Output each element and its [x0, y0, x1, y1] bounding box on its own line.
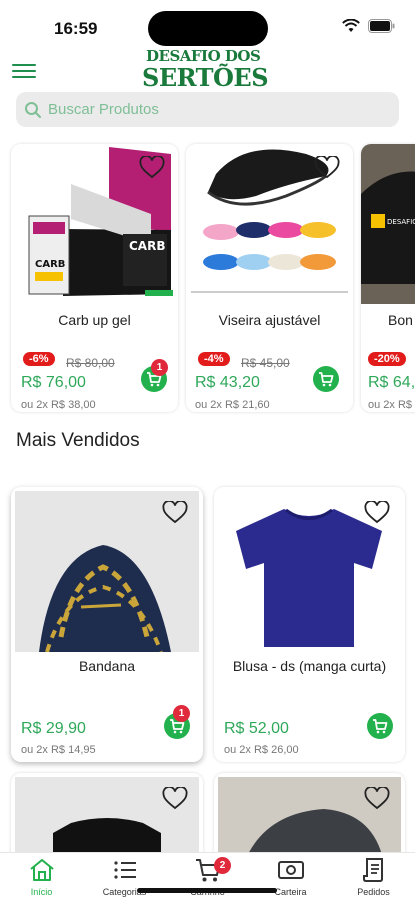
receipt-icon — [363, 858, 383, 882]
product-card[interactable]: CARB CARB Carb up gel -6% R$ 80,00 R$ 76… — [11, 144, 178, 412]
cart-icon — [319, 372, 334, 387]
cart-count-badge: 2 — [214, 857, 231, 874]
home-indicator — [137, 888, 277, 893]
status-time: 16:59 — [54, 19, 98, 38]
favorite-heart-icon[interactable] — [162, 501, 188, 525]
product-card[interactable]: Blusa - ds (manga curta) R$ 52,00 ou 2x … — [214, 487, 405, 762]
nav-label: Pedidos — [357, 887, 390, 897]
wallet-icon — [278, 861, 304, 879]
discount-badge: -20% — [368, 352, 406, 366]
cart-icon — [373, 719, 388, 734]
discount-badge: -6% — [23, 352, 55, 366]
favorite-heart-icon[interactable] — [314, 156, 340, 180]
favorite-heart-icon[interactable] — [364, 501, 390, 525]
svg-text:DESAFIO: DESAFIO — [387, 218, 415, 226]
installment-price: ou 2x R$ 21,60 — [195, 399, 270, 411]
add-to-cart-button[interactable] — [367, 713, 393, 739]
nav-label: Início — [30, 887, 53, 897]
battery-icon — [368, 19, 395, 33]
logo-line2: SERTÕES — [142, 63, 269, 92]
search-input[interactable] — [48, 101, 368, 118]
favorite-heart-icon[interactable] — [364, 787, 390, 811]
section-title-best-sellers: Mais Vendidos — [16, 430, 140, 451]
product-card[interactable]: Bandana R$ 29,90 ou 2x R$ 14,95 1 — [11, 487, 203, 762]
product-name: Viseira ajustável — [218, 312, 321, 328]
product-name: Bandana — [78, 658, 136, 674]
favorite-heart-icon[interactable] — [162, 787, 188, 811]
product-card[interactable]: DESAFIO Bon -20% R$ 64, ou 2x R$ — [361, 144, 415, 412]
add-to-cart-button[interactable] — [313, 366, 339, 392]
product-image-cap: DESAFIO — [361, 144, 415, 304]
product-price: R$ 52,00 — [224, 720, 289, 737]
product-price: R$ 64, — [368, 374, 415, 391]
product-price: R$ 43,20 — [195, 374, 260, 391]
nav-item-orders[interactable]: Pedidos — [332, 853, 415, 900]
dynamic-island — [148, 11, 268, 46]
product-name: Carb up gel — [58, 312, 131, 328]
list-icon — [114, 861, 136, 879]
menu-line — [12, 76, 36, 78]
product-card[interactable] — [214, 773, 405, 863]
product-name: Bon — [388, 312, 413, 328]
menu-line — [12, 70, 36, 72]
cart-quantity-badge: 1 — [151, 359, 168, 376]
nav-item-home[interactable]: Início — [0, 853, 83, 900]
home-icon — [30, 859, 54, 881]
old-price: R$ 45,00 — [241, 356, 290, 370]
installment-price: ou 2x R$ 26,00 — [224, 744, 299, 756]
product-card[interactable] — [11, 773, 203, 863]
search-bar[interactable] — [16, 92, 399, 127]
product-price: R$ 76,00 — [21, 374, 86, 391]
cart-quantity-badge: 1 — [173, 705, 190, 722]
brand-logo: DESAFIO DOS SERTÕES — [140, 45, 276, 92]
installment-price: ou 2x R$ 38,00 — [21, 399, 96, 411]
discount-badge: -4% — [198, 352, 230, 366]
wifi-icon — [342, 19, 360, 32]
hamburger-menu-button[interactable] — [12, 60, 36, 82]
product-name: Blusa - ds (manga curta) — [232, 658, 387, 674]
installment-price: ou 2x R$ — [368, 399, 413, 411]
svg-text:CARB: CARB — [35, 259, 65, 270]
search-icon — [25, 101, 41, 118]
old-price: R$ 80,00 — [66, 356, 115, 370]
menu-line — [12, 64, 36, 66]
installment-price: ou 2x R$ 14,95 — [21, 744, 96, 756]
favorite-heart-icon[interactable] — [139, 156, 165, 180]
product-card[interactable]: Viseira ajustável -4% R$ 45,00 R$ 43,20 … — [186, 144, 353, 412]
status-icons — [342, 19, 395, 33]
svg-text:CARB: CARB — [129, 239, 165, 253]
product-price: R$ 29,90 — [21, 720, 86, 737]
